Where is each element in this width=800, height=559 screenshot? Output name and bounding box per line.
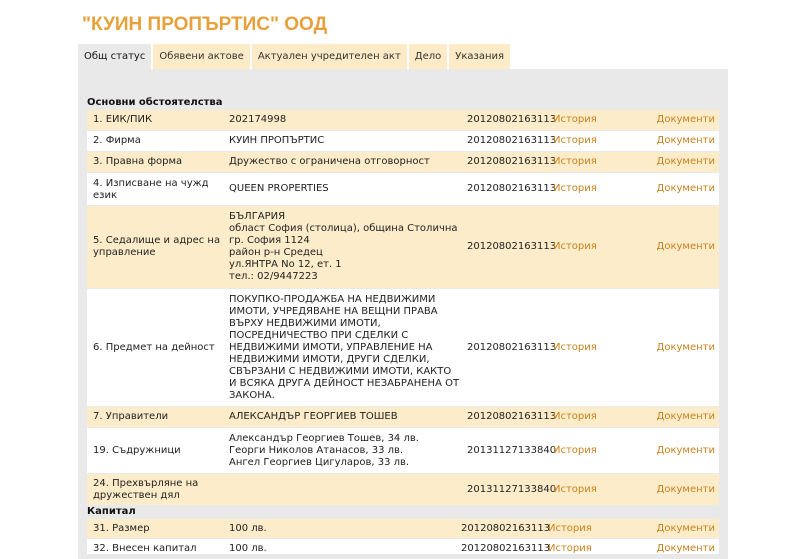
row-label: 7. Управители <box>93 411 169 422</box>
row-label: 6. Предмет на дейност <box>93 342 215 353</box>
row-date: 20131127133840 <box>467 445 557 456</box>
documents-link[interactable]: Документи <box>657 241 715 253</box>
row-date: 20120802163113 <box>461 523 551 534</box>
row-date: 20120802163113 <box>467 411 557 422</box>
section-capital: Капитал <box>87 506 136 517</box>
documents-link[interactable]: Документи <box>657 484 715 496</box>
table-row: 32. Внесен капитал 100 лв. 2012080216311… <box>87 539 719 554</box>
partner-line: Ангел Георгиев Цигуларов, 33 лв. <box>229 457 410 468</box>
section-main-circumstances: Основни обстоятелства <box>87 97 223 108</box>
row-date: 20120802163113 <box>467 114 557 125</box>
row-value: Александър Георгиев Тошев, 34 лв. Георги… <box>229 433 461 469</box>
table-row: 24. Прехвърляне на дружествен дял 201311… <box>87 474 719 505</box>
documents-link[interactable]: Документи <box>657 183 715 195</box>
table-row: 1. ЕИК/ПИК 202174998 20120802163113 Исто… <box>87 110 719 130</box>
documents-link[interactable]: Документи <box>657 543 715 555</box>
history-link[interactable]: История <box>553 183 597 195</box>
row-value: QUEEN PROPERTIES <box>229 183 329 194</box>
row-date: 20120802163113 <box>467 342 557 353</box>
address-line: район р-н Средец <box>229 247 323 258</box>
address-line: тел.: 02/9447223 <box>229 271 318 282</box>
address-line: област София (столица), община Столична <box>229 223 458 234</box>
address-line: ул.ЯНТРА No 12, ет. 1 <box>229 259 342 270</box>
history-link[interactable]: История <box>553 342 597 354</box>
documents-link[interactable]: Документи <box>657 114 715 126</box>
address-line: БЪЛГАРИЯ <box>229 211 286 222</box>
table-row: 19. Съдружници Александър Георгиев Тошев… <box>87 428 719 473</box>
documents-link[interactable]: Документи <box>657 411 715 423</box>
table-row: 4. Изписване на чужд език QUEEN PROPERTI… <box>87 173 719 205</box>
row-label: 19. Съдружници <box>93 445 181 456</box>
row-value: БЪЛГАРИЯ област София (столица), община … <box>229 211 461 283</box>
table-row: 31. Размер 100 лв. 20120802163113 Истори… <box>87 519 719 538</box>
row-value: 202174998 <box>229 114 287 125</box>
row-date: 20120802163113 <box>467 183 557 194</box>
company-title: "КУИН ПРОПЪРТИС" ООД <box>82 14 328 35</box>
table-row: 3. Правна форма Дружество с ограничена о… <box>87 152 719 172</box>
tab-current-articles[interactable]: Актуален учредителен акт <box>251 44 407 69</box>
row-label: 2. Фирма <box>93 135 141 146</box>
tab-bar: Общ статус Обявени актове Актуален учред… <box>78 44 512 69</box>
row-date: 20120802163113 <box>467 135 557 146</box>
row-value: КУИН ПРОПЪРТИС <box>229 135 325 146</box>
table-row: 7. Управители АЛЕКСАНДЪР ГЕОРГИЕВ ТОШЕВ … <box>87 407 719 427</box>
tab-general-status[interactable]: Общ статус <box>78 44 152 69</box>
address-line: гр. София 1124 <box>229 235 310 246</box>
history-link[interactable]: История <box>553 156 597 168</box>
documents-link[interactable]: Документи <box>657 156 715 168</box>
documents-link[interactable]: Документи <box>657 523 715 535</box>
table-row: 6. Предмет на дейност ПОКУПКО-ПРОДАЖБА Н… <box>87 289 719 406</box>
row-label: 5. Седалище и адрес на управление <box>93 235 221 258</box>
row-date: 20120802163113 <box>467 241 557 252</box>
row-date: 20120802163113 <box>467 156 557 167</box>
row-value: Дружество с ограничена отговорност <box>229 156 430 167</box>
documents-link[interactable]: Документи <box>657 445 715 457</box>
history-link[interactable]: История <box>548 543 592 555</box>
row-value: ПОКУПКО-ПРОДАЖБА НА НЕДВИЖИМИ ИМОТИ, УЧР… <box>229 294 460 401</box>
history-link[interactable]: История <box>553 445 597 457</box>
history-link[interactable]: История <box>553 241 597 253</box>
row-date: 20131127133840 <box>467 484 557 495</box>
row-value: АЛЕКСАНДЪР ГЕОРГИЕВ ТОШЕВ <box>229 411 398 422</box>
row-value: 100 лв. <box>229 523 267 534</box>
partner-line: Александър Георгиев Тошев, 34 лв. <box>229 433 419 444</box>
tab-announced-acts[interactable]: Обявени актове <box>153 44 250 69</box>
row-label: 31. Размер <box>93 523 150 534</box>
tab-case[interactable]: Дело <box>408 44 448 69</box>
documents-link[interactable]: Документи <box>657 135 715 147</box>
history-link[interactable]: История <box>553 135 597 147</box>
partner-line: Георги Николов Атанасов, 33 лв. <box>229 445 404 456</box>
row-label: 24. Прехвърляне на дружествен дял <box>93 478 199 501</box>
row-label: 3. Правна форма <box>93 156 183 167</box>
table-row: 5. Седалище и адрес на управление БЪЛГАР… <box>87 206 719 288</box>
documents-link[interactable]: Документи <box>657 342 715 354</box>
row-label: 1. ЕИК/ПИК <box>93 114 153 125</box>
tab-instructions[interactable]: Указания <box>449 44 511 69</box>
history-link[interactable]: История <box>553 411 597 423</box>
history-link[interactable]: История <box>553 484 597 496</box>
history-link[interactable]: История <box>548 523 592 535</box>
row-date: 20120802163113 <box>461 543 551 554</box>
history-link[interactable]: История <box>553 114 597 126</box>
row-label: 32. Внесен капитал <box>93 543 197 554</box>
row-value: 100 лв. <box>229 543 267 554</box>
table-row: 2. Фирма КУИН ПРОПЪРТИС 20120802163113 И… <box>87 131 719 151</box>
row-label: 4. Изписване на чужд език <box>93 178 209 201</box>
